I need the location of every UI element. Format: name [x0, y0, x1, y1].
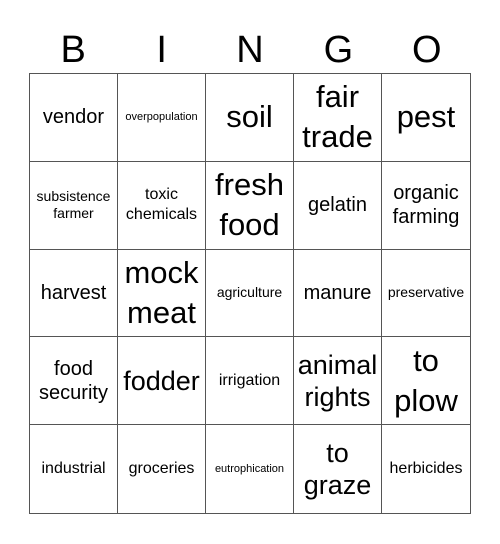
- bingo-cell[interactable]: eutrophication: [206, 425, 294, 513]
- bingo-cell[interactable]: groceries: [118, 425, 206, 513]
- cell-text: vendor: [42, 106, 105, 129]
- bingo-cell[interactable]: fresh food: [206, 161, 294, 250]
- cell-text: to graze: [303, 438, 372, 501]
- cell-text: manure: [303, 281, 372, 304]
- bingo-cell[interactable]: agriculture: [206, 249, 294, 338]
- header-letter-g: G: [323, 29, 354, 71]
- bingo-cell[interactable]: harvest: [30, 249, 118, 338]
- cell-text: mock meat: [124, 254, 199, 330]
- cell-text: industrial: [41, 460, 106, 478]
- cell-text: herbicides: [389, 460, 463, 478]
- cell-text: irrigation: [218, 371, 281, 389]
- cell-text: subsistence farmer: [36, 188, 111, 222]
- cell-text: animal rights: [297, 349, 378, 412]
- bingo-cell[interactable]: to graze: [294, 425, 382, 513]
- cell-text: fair trade: [302, 79, 373, 155]
- cell-text: fresh food: [215, 167, 284, 243]
- bingo-cell[interactable]: toxic chemicals: [118, 161, 206, 250]
- cell-text: gelatin: [308, 194, 367, 217]
- cell-text: groceries: [128, 460, 195, 478]
- header-letter-b: B: [60, 29, 86, 71]
- bingo-header: B I N G O: [29, 28, 471, 72]
- cell-text: organic farming: [392, 182, 460, 229]
- bingo-cell[interactable]: herbicides: [382, 425, 470, 513]
- cell-text: toxic chemicals: [125, 186, 198, 224]
- header-letter-o: O: [412, 29, 442, 71]
- bingo-cell[interactable]: irrigation: [206, 337, 294, 426]
- cell-text: pest: [396, 99, 456, 135]
- bingo-cell[interactable]: to plow: [382, 337, 470, 426]
- bingo-cell[interactable]: food security: [30, 337, 118, 426]
- header-letter-n: N: [236, 29, 264, 71]
- bingo-cell[interactable]: fair trade: [294, 74, 382, 162]
- cell-text: harvest: [40, 281, 107, 304]
- cell-text: agriculture: [216, 284, 283, 301]
- bingo-cell[interactable]: mock meat: [118, 249, 206, 338]
- cell-text: eutrophication: [214, 463, 285, 476]
- header-letter-i: I: [156, 29, 167, 71]
- bingo-cell[interactable]: vendor: [30, 74, 118, 162]
- cell-text: to plow: [394, 342, 458, 418]
- cell-text: fodder: [123, 365, 200, 396]
- cell-text: preservative: [387, 284, 465, 301]
- bingo-cell[interactable]: gelatin: [294, 161, 382, 250]
- bingo-cell[interactable]: subsistence farmer: [30, 161, 118, 250]
- bingo-cell[interactable]: organic farming: [382, 162, 470, 250]
- bingo-cell[interactable]: pest: [382, 74, 470, 162]
- cell-text: soil: [226, 99, 273, 135]
- cell-text: food security: [39, 357, 108, 404]
- bingo-cell[interactable]: industrial: [30, 425, 118, 513]
- cell-text: overpopulation: [125, 111, 198, 124]
- bingo-grid: vendor overpopulation soil fair trade pest su…: [29, 73, 471, 514]
- bingo-cell[interactable]: manure: [294, 249, 382, 338]
- bingo-cell[interactable]: preservative: [382, 250, 470, 338]
- bingo-cell[interactable]: overpopulation: [118, 74, 206, 162]
- bingo-cell[interactable]: animal rights: [294, 337, 382, 426]
- bingo-cell[interactable]: fodder: [118, 337, 206, 426]
- bingo-cell[interactable]: soil: [206, 74, 294, 162]
